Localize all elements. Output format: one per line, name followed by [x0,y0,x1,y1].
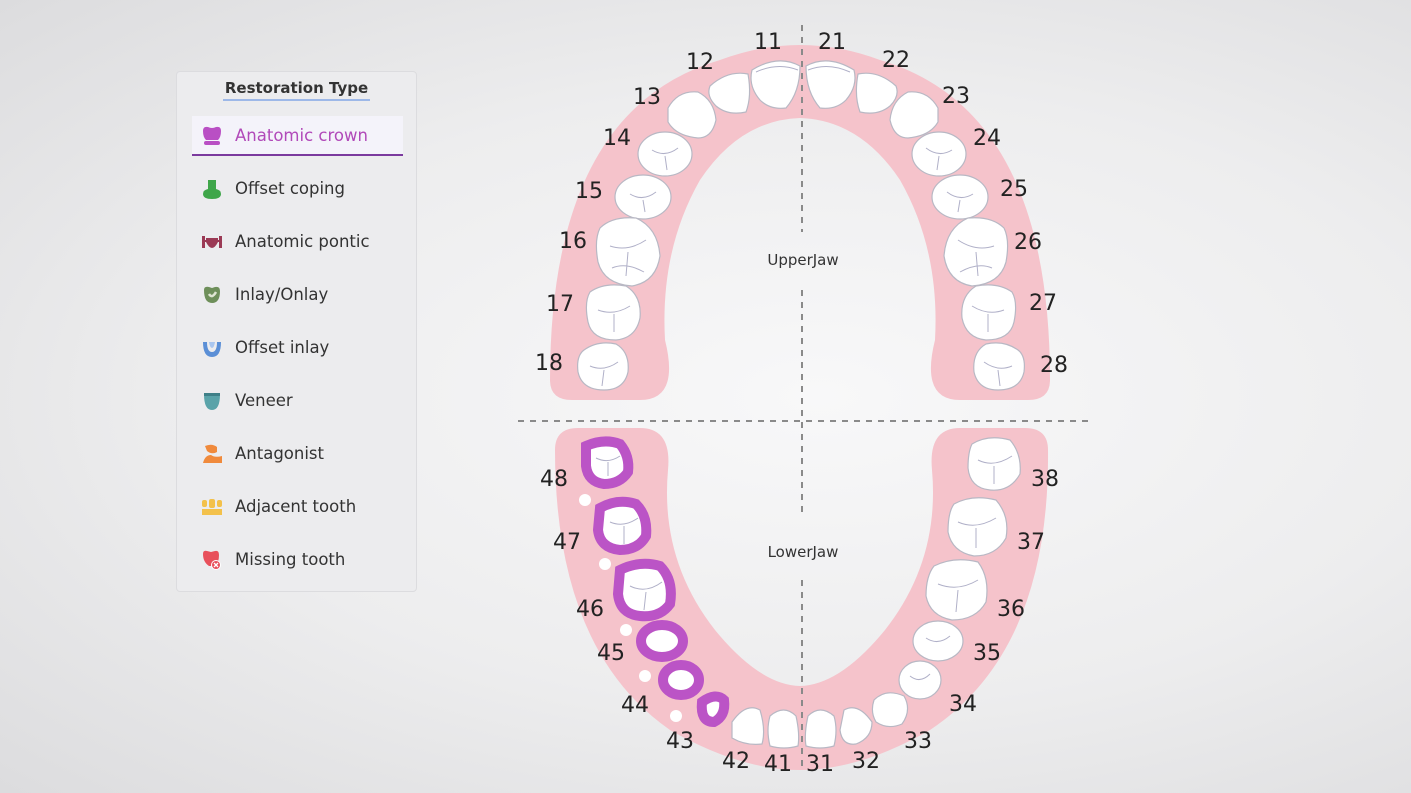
lower-jaw-label: LowerJaw [768,543,839,561]
tooth-number: 43 [666,729,694,754]
margin-dot [620,624,632,636]
tooth-37[interactable] [947,497,1008,557]
tooth-47[interactable] [592,496,652,556]
tooth-number: 24 [973,126,1001,151]
tooth-number: 47 [553,530,581,555]
tooth-35[interactable] [912,620,964,662]
tooth-43[interactable] [696,691,730,728]
tooth-number: 42 [722,749,750,774]
tooth-number: 31 [806,752,834,777]
tooth-14[interactable] [637,131,693,177]
tooth-36[interactable] [925,559,988,621]
tooth-number: 44 [621,693,649,718]
upper-jaw-label: UpperJaw [767,251,838,269]
tooth-number: 28 [1040,353,1068,378]
tooth-number: 33 [904,729,932,754]
tooth-number: 23 [942,84,970,109]
tooth-48[interactable] [581,436,634,490]
tooth-number: 18 [535,351,563,376]
tooth-38[interactable] [967,437,1021,491]
tooth-number: 48 [540,467,568,492]
tooth-number: 16 [559,229,587,254]
tooth-25[interactable] [931,174,989,220]
tooth-number: 21 [818,30,846,55]
tooth-number: 13 [633,85,661,110]
tooth-number: 26 [1014,230,1042,255]
tooth-number: 15 [575,179,603,204]
tooth-31[interactable] [804,709,837,749]
tooth-number: 14 [603,126,631,151]
tooth-number: 11 [754,30,782,55]
tooth-33[interactable] [871,692,909,728]
tooth-34[interactable] [898,660,942,700]
tooth-number: 25 [1000,177,1028,202]
tooth-number: 38 [1031,467,1059,492]
tooth-46[interactable] [612,558,676,622]
tooth-number: 17 [546,292,574,317]
tooth-number: 37 [1017,530,1045,555]
tooth-17[interactable] [585,284,641,341]
margin-dot [579,494,591,506]
margin-dot [670,710,682,722]
dental-chart: UpperJaw LowerJaw 11 12 13 14 15 16 17 1… [518,25,1090,777]
tooth-number: 41 [764,752,792,777]
margin-dot [639,670,651,682]
tooth-28[interactable] [973,342,1025,391]
tooth-number: 27 [1029,291,1057,316]
tooth-41[interactable] [767,709,800,749]
tooth-number: 35 [973,641,1001,666]
tooth-number: 22 [882,48,910,73]
tooth-18[interactable] [577,342,629,391]
margin-dot [599,558,611,570]
tooth-24[interactable] [911,131,967,177]
tooth-27[interactable] [961,284,1017,341]
tooth-number: 32 [852,749,880,774]
tooth-44[interactable] [658,660,704,700]
tooth-number: 45 [597,641,625,666]
tooth-45[interactable] [636,620,688,662]
tooth-number: 46 [576,597,604,622]
tooth-number: 34 [949,692,977,717]
tooth-15[interactable] [614,174,672,220]
tooth-number: 36 [997,597,1025,622]
tooth-number: 12 [686,50,714,75]
